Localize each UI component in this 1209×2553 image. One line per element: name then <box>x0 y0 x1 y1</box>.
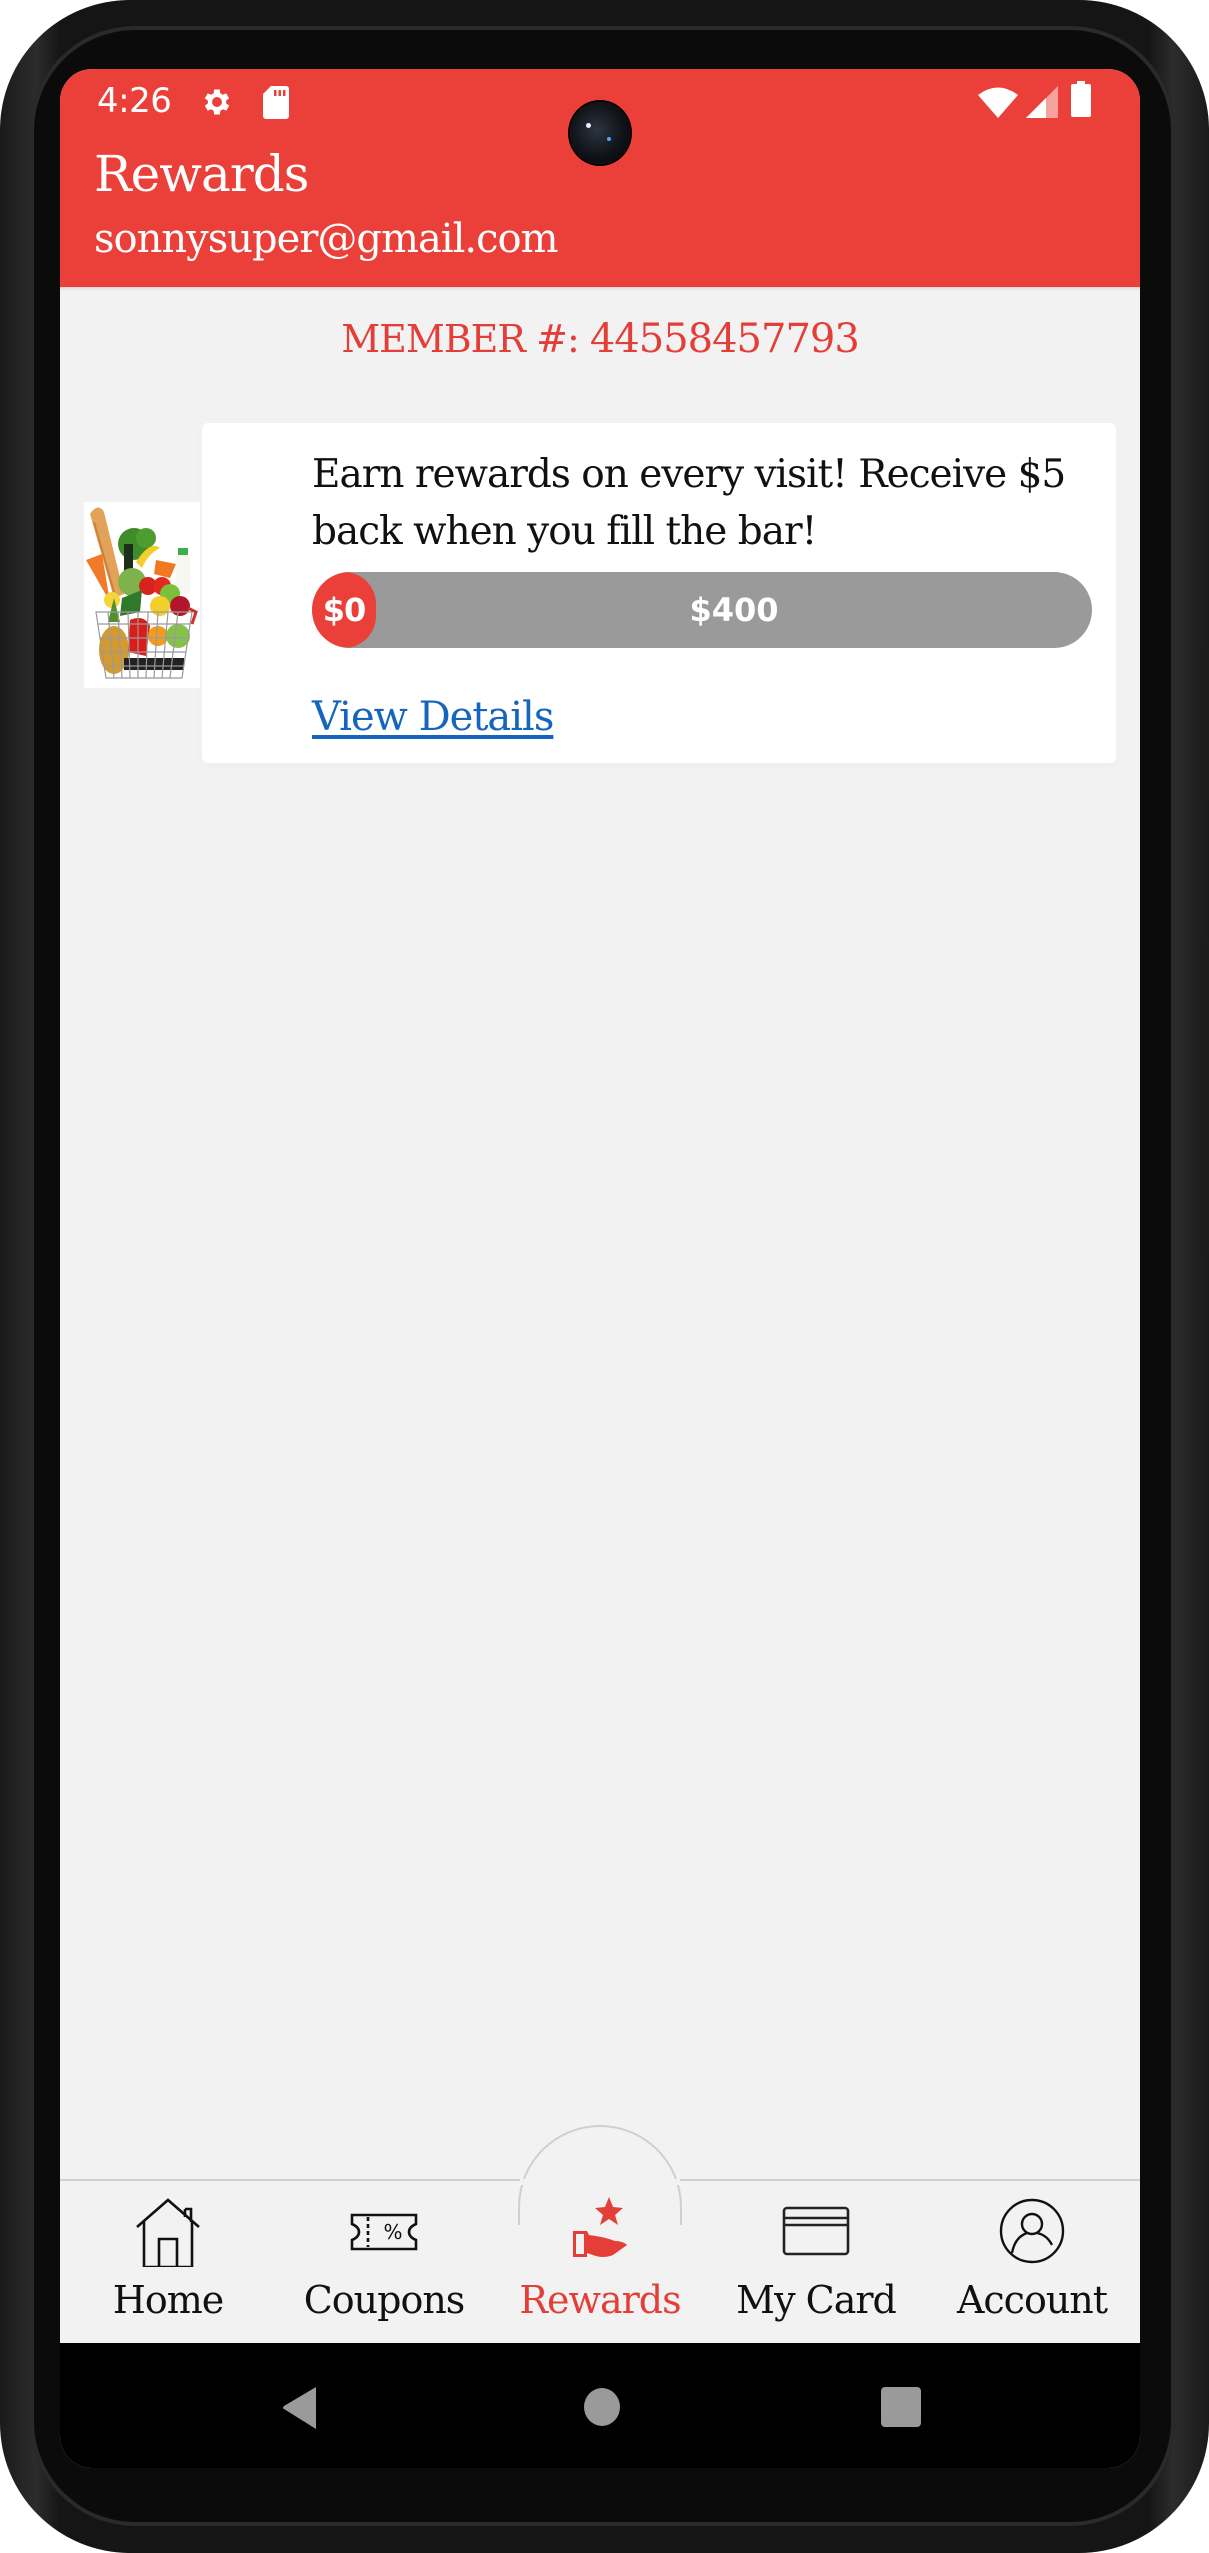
screen: 4:26 Rewards sonnysuper@gmail.com MEMBER… <box>60 69 1140 2468</box>
wifi-icon <box>978 86 1018 118</box>
user-email: sonnysuper@gmail.com <box>94 216 559 262</box>
nav-label-my-card: My Card <box>736 2278 897 2322</box>
home-icon <box>133 2197 203 2267</box>
system-navigation-bar <box>60 2343 1140 2468</box>
volume-button <box>1200 938 1209 1254</box>
status-time: 4:26 <box>97 81 172 121</box>
recents-icon[interactable] <box>881 2387 921 2427</box>
battery-icon <box>1071 81 1091 117</box>
reward-hand-star-icon <box>565 2197 635 2267</box>
page-title: Rewards <box>94 145 309 203</box>
home-circle-icon[interactable] <box>584 2388 620 2426</box>
nav-label-home: Home <box>112 2278 225 2322</box>
progress-current-value: $0 <box>312 572 376 648</box>
power-button <box>1200 647 1209 800</box>
nav-item-account[interactable]: Account <box>924 2189 1140 2339</box>
signal-icon <box>1026 86 1058 118</box>
nav-label-rewards: Rewards <box>519 2278 681 2322</box>
gear-icon <box>200 85 234 119</box>
rewards-progress-bar: $0 $400 <box>312 572 1092 648</box>
reward-description: Earn rewards on every visit! Receive $5 … <box>312 452 1066 554</box>
member-number-line: MEMBER #: 44558457793 <box>60 319 1140 359</box>
active-tab-bump-cover <box>520 2179 680 2185</box>
nav-label-account: Account <box>956 2278 1108 2322</box>
svg-text:%: % <box>383 2220 402 2244</box>
nav-item-my-card[interactable]: My Card <box>708 2189 924 2339</box>
card-icon <box>781 2197 851 2267</box>
account-icon <box>997 2197 1067 2267</box>
phone-frame: 4:26 Rewards sonnysuper@gmail.com MEMBER… <box>0 0 1209 2553</box>
nav-item-home[interactable]: Home <box>60 2189 276 2339</box>
nav-item-rewards[interactable]: Rewards <box>492 2189 708 2339</box>
member-number: 44558457793 <box>589 316 860 362</box>
nav-item-coupons[interactable]: % Coupons <box>276 2189 492 2339</box>
sd-card-icon <box>262 85 290 119</box>
back-icon[interactable] <box>282 2387 316 2429</box>
coupon-icon: % <box>349 2197 419 2267</box>
grocery-basket-image <box>84 502 200 688</box>
front-camera <box>570 102 630 164</box>
nav-label-coupons: Coupons <box>303 2278 466 2322</box>
member-label: MEMBER #: <box>341 317 580 361</box>
view-details-link[interactable]: View Details <box>312 694 554 740</box>
progress-goal-value: $400 <box>689 591 779 629</box>
